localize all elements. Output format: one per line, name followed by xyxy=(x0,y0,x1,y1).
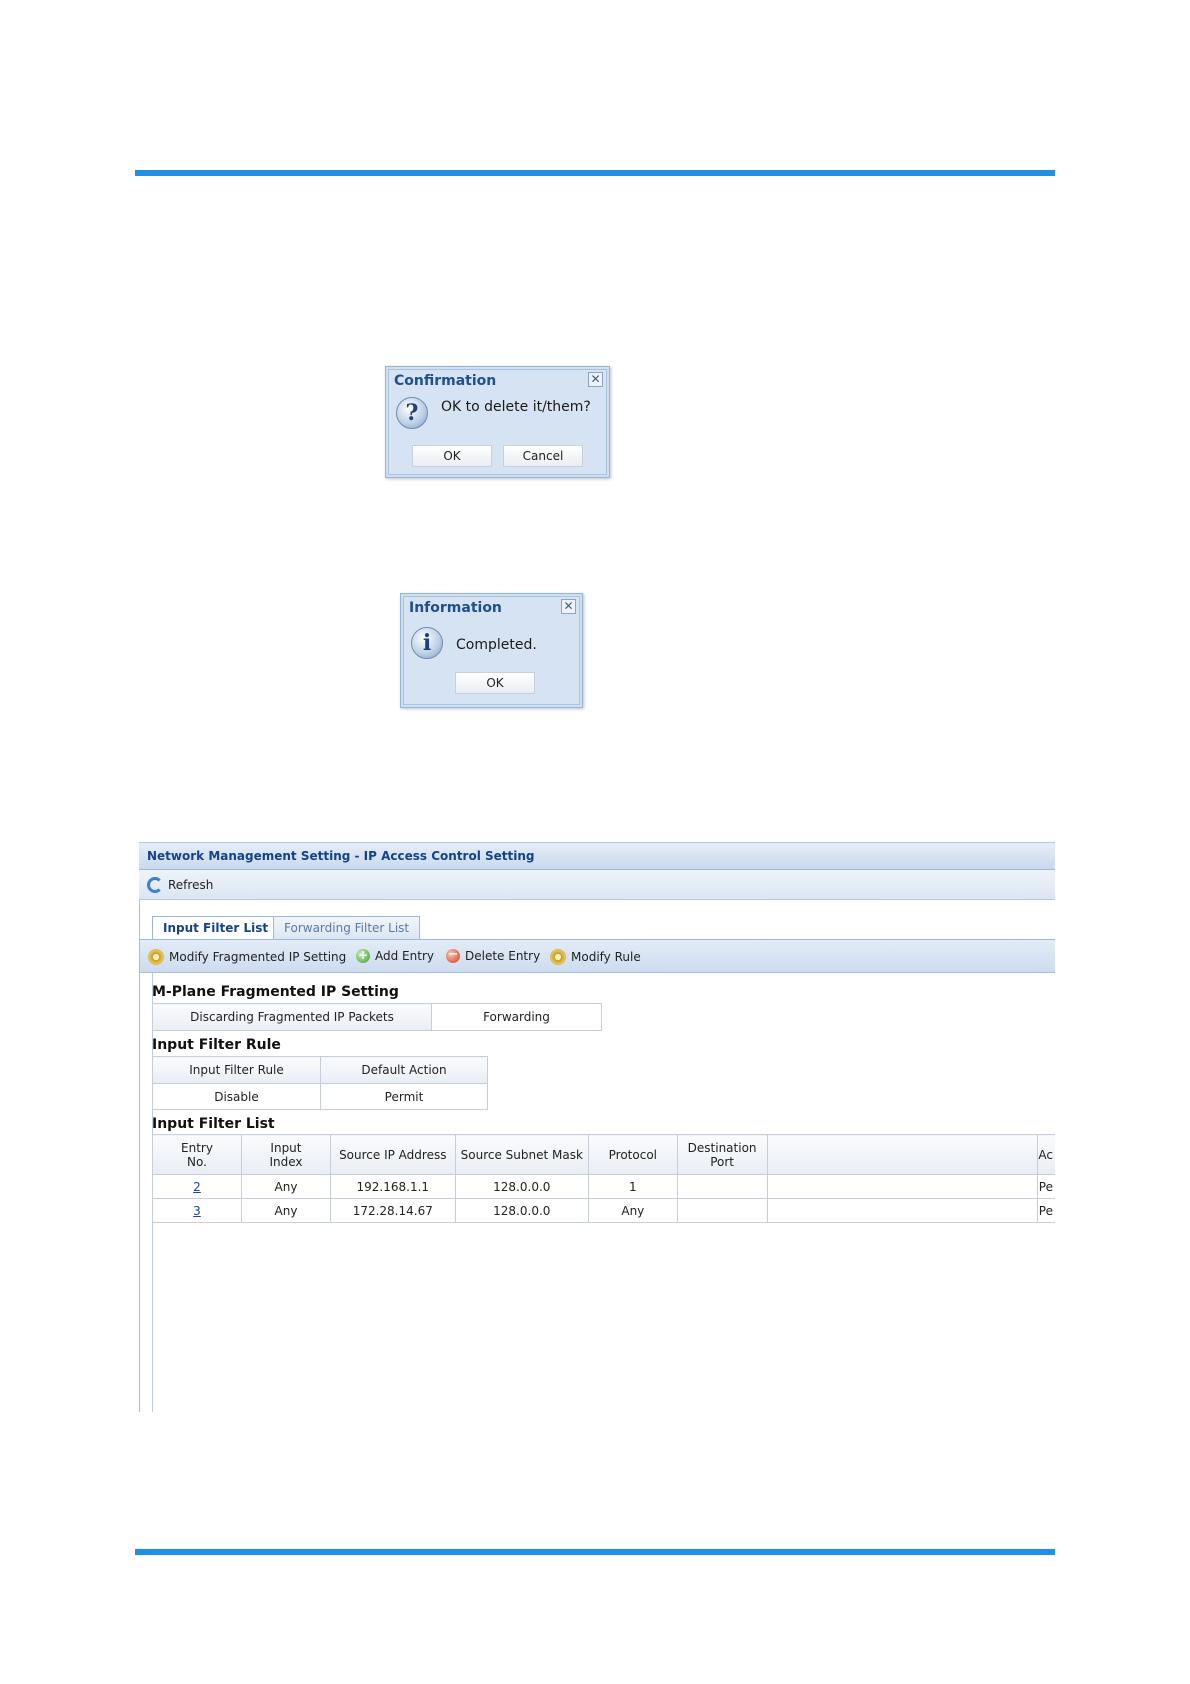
gear-icon xyxy=(550,949,566,965)
tab-strip: Input Filter List Forwarding Filter List xyxy=(139,900,1055,941)
modify-fragmented-ip-button[interactable]: Modify Fragmented IP Setting xyxy=(148,949,346,965)
entry-no-cell[interactable]: 3 xyxy=(152,1198,242,1223)
filter-rule-header: Input Filter Rule xyxy=(152,1056,321,1084)
add-entry-button[interactable]: + Add Entry xyxy=(356,949,434,963)
source-mask-cell: 128.0.0.0 xyxy=(454,1174,589,1199)
cancel-button[interactable]: Cancel xyxy=(503,445,583,467)
source-ip-cell: 192.168.1.1 xyxy=(329,1174,456,1199)
modify-fragmented-label: Modify Fragmented IP Setting xyxy=(169,950,347,964)
information-dialog: Information ✕ i Completed. OK xyxy=(400,593,583,708)
destination-port-cell xyxy=(676,1174,768,1199)
action-cell: Pe xyxy=(1037,1198,1055,1223)
fragmented-value-cell: Forwarding xyxy=(431,1003,602,1031)
filter-list-header-row: Entry No. Input Index Source IP Address … xyxy=(152,1134,1055,1175)
filter-list-table: Entry No. Input Index Source IP Address … xyxy=(152,1134,1055,1223)
add-entry-label: Add Entry xyxy=(375,949,434,963)
col-input-index[interactable]: Input Index xyxy=(240,1134,331,1175)
ok-button[interactable]: OK xyxy=(412,445,492,467)
refresh-label: Refresh xyxy=(168,878,214,892)
destination-port-cell xyxy=(676,1198,768,1223)
blank-cell xyxy=(766,1198,1039,1223)
close-icon[interactable]: ✕ xyxy=(588,372,603,387)
refresh-icon xyxy=(147,877,163,893)
confirmation-dialog-title: Confirmation xyxy=(394,373,497,389)
modify-rule-button[interactable]: Modify Rule xyxy=(550,949,641,965)
col-entry-no[interactable]: Entry No. xyxy=(152,1134,242,1175)
table-row[interactable]: 2 Any 192.168.1.1 128.0.0.0 1 Pe xyxy=(152,1174,1055,1199)
tab-forwarding-filter-list[interactable]: Forwarding Filter List xyxy=(273,916,421,940)
panel-title: Network Management Setting - IP Access C… xyxy=(147,849,535,863)
default-action-value: Permit xyxy=(320,1083,488,1110)
gear-icon xyxy=(148,949,164,965)
blank-cell xyxy=(766,1174,1039,1199)
top-rule-line xyxy=(135,170,1055,176)
panel-toolbar: Refresh xyxy=(139,870,1055,900)
info-icon: i xyxy=(411,627,443,659)
source-ip-cell: 172.28.14.67 xyxy=(329,1198,456,1223)
question-icon: ? xyxy=(396,397,428,429)
confirmation-message: OK to delete it/them? xyxy=(441,399,591,415)
table-row[interactable]: 3 Any 172.28.14.67 128.0.0.0 Any Pe xyxy=(152,1198,1055,1223)
panel-content: M-Plane Fragmented IP Setting Discarding… xyxy=(139,973,1055,1412)
delete-entry-label: Delete Entry xyxy=(465,949,541,963)
input-index-cell: Any xyxy=(240,1174,331,1199)
filter-rule-table: Input Filter Rule Default Action Disable… xyxy=(152,1056,488,1110)
confirmation-dialog: Confirmation ✕ ? OK to delete it/them? O… xyxy=(385,366,610,478)
refresh-button[interactable]: Refresh xyxy=(147,877,213,893)
add-icon: + xyxy=(356,948,370,963)
input-index-cell: Any xyxy=(240,1198,331,1223)
filter-rule-value: Disable xyxy=(152,1083,321,1110)
protocol-cell: Any xyxy=(587,1198,678,1223)
filter-rule-section-title: Input Filter Rule xyxy=(152,1037,281,1053)
bottom-rule-line xyxy=(135,1549,1055,1555)
source-mask-cell: 128.0.0.0 xyxy=(454,1198,589,1223)
fragmented-label-cell: Discarding Fragmented IP Packets xyxy=(152,1003,432,1031)
close-icon[interactable]: ✕ xyxy=(561,599,576,614)
modify-rule-label: Modify Rule xyxy=(571,950,641,964)
entry-link[interactable]: 2 xyxy=(193,1180,201,1194)
entry-link[interactable]: 3 xyxy=(193,1204,201,1218)
col-source-mask[interactable]: Source Subnet Mask xyxy=(454,1134,589,1175)
default-action-header: Default Action xyxy=(320,1056,488,1084)
filter-list-section-title: Input Filter List xyxy=(152,1116,275,1132)
ip-access-control-panel: Network Management Setting - IP Access C… xyxy=(139,842,1055,1412)
protocol-cell: 1 xyxy=(587,1174,678,1199)
action-toolbar: Modify Fragmented IP Setting + Add Entry… xyxy=(139,940,1055,973)
fragmented-table: Discarding Fragmented IP Packets Forward… xyxy=(152,1003,602,1031)
col-action[interactable]: Ac xyxy=(1037,1134,1055,1175)
delete-icon: − xyxy=(446,947,460,963)
information-message: Completed. xyxy=(456,637,537,653)
information-dialog-title: Information xyxy=(409,600,502,616)
entry-no-cell[interactable]: 2 xyxy=(152,1174,242,1199)
col-destination-port[interactable]: Destination Port xyxy=(676,1134,768,1175)
col-blank xyxy=(766,1134,1039,1175)
fragmented-section-title: M-Plane Fragmented IP Setting xyxy=(152,984,399,1000)
tab-input-filter-list[interactable]: Input Filter List xyxy=(152,916,280,941)
delete-entry-button[interactable]: − Delete Entry xyxy=(446,947,541,963)
col-protocol[interactable]: Protocol xyxy=(587,1134,678,1175)
panel-header: Network Management Setting - IP Access C… xyxy=(139,842,1055,870)
col-source-ip[interactable]: Source IP Address xyxy=(329,1134,456,1175)
action-cell: Pe xyxy=(1037,1174,1055,1199)
ok-button[interactable]: OK xyxy=(455,672,535,694)
